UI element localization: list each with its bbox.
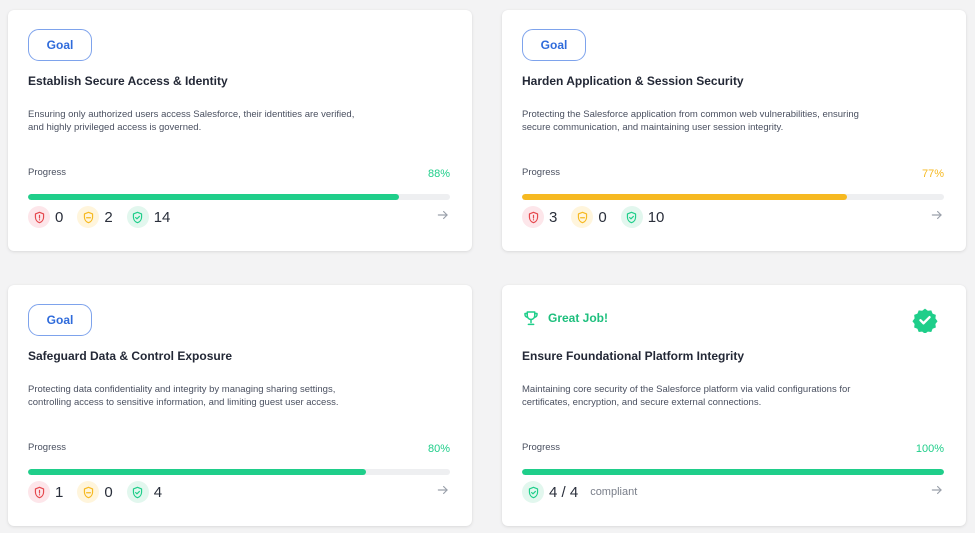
shield-check-icon xyxy=(126,481,149,503)
shield-check-icon xyxy=(522,481,544,503)
warning-stat: 0 xyxy=(571,206,607,228)
progress-bar xyxy=(28,194,450,200)
compliant-stat: 4 / 4 compliant xyxy=(522,481,637,503)
goal-badge: Goal xyxy=(522,29,586,61)
shield-check-icon xyxy=(620,206,643,228)
card-title: Safeguard Data & Control Exposure xyxy=(28,349,233,363)
compliant-stat: 4 xyxy=(126,481,163,503)
check-stats: 4 / 4 compliant xyxy=(522,481,651,503)
critical-count: 1 xyxy=(55,483,64,501)
progress-bar xyxy=(522,194,944,200)
goal-card[interactable]: Goal Harden Application & Session Securi… xyxy=(502,10,966,251)
arrow-right-icon[interactable] xyxy=(930,208,944,222)
progress-bar xyxy=(522,469,944,475)
progress-bar xyxy=(28,469,450,475)
critical-stat: 3 xyxy=(522,206,557,228)
card-description: Ensuring only authorized users access Sa… xyxy=(28,109,355,133)
shield-alert-icon xyxy=(28,481,50,503)
verified-badge-icon xyxy=(912,308,938,333)
shield-warning-icon xyxy=(77,481,100,503)
warning-stat: 2 xyxy=(77,206,113,228)
compliant-count: 4 xyxy=(153,483,163,501)
progress-label: Progress xyxy=(522,167,561,178)
progress-percent: 77% xyxy=(921,168,944,180)
shield-alert-icon xyxy=(28,206,50,228)
arrow-right-icon[interactable] xyxy=(436,208,450,222)
progress-bar-fill xyxy=(522,469,944,475)
critical-count: 0 xyxy=(55,208,64,226)
goal-badge: Goal xyxy=(28,304,92,336)
goal-badge: Goal xyxy=(28,29,92,61)
compliant-stat: 14 xyxy=(126,206,171,228)
progress-label: Progress xyxy=(28,442,67,453)
warning-stat: 0 xyxy=(77,481,113,503)
shield-check-icon xyxy=(126,206,149,228)
progress-bar-fill xyxy=(28,194,400,200)
card-description: Maintaining core security of the Salesfo… xyxy=(522,384,851,408)
goal-card[interactable]: Goal Establish Secure Access & Identity … xyxy=(8,10,472,251)
critical-stat: 1 xyxy=(28,481,63,503)
critical-count: 3 xyxy=(549,208,558,226)
trophy-icon xyxy=(524,311,538,326)
warning-count: 0 xyxy=(598,208,607,226)
progress-label: Progress xyxy=(28,167,67,178)
progress-percent: 100% xyxy=(915,443,944,455)
arrow-right-icon[interactable] xyxy=(930,483,944,497)
goal-card[interactable]: Goal Safeguard Data & Control Exposure P… xyxy=(8,285,472,526)
card-description: Protecting data confidentiality and inte… xyxy=(28,384,339,408)
shield-warning-icon xyxy=(77,206,100,228)
compliant-ratio: 4 / 4 xyxy=(549,483,579,501)
critical-stat: 0 xyxy=(28,206,63,228)
great-job-status: Great Job! xyxy=(522,309,608,327)
progress-bar-fill xyxy=(28,469,366,475)
progress-percent: 88% xyxy=(427,168,450,180)
check-stats: 3 0 10 xyxy=(522,206,678,228)
card-title: Establish Secure Access & Identity xyxy=(28,74,228,88)
shield-alert-icon xyxy=(522,206,544,228)
shield-warning-icon xyxy=(571,206,594,228)
warning-count: 2 xyxy=(104,208,113,226)
progress-label: Progress xyxy=(522,442,561,453)
card-description: Protecting the Salesforce application fr… xyxy=(522,109,859,133)
progress-bar-fill xyxy=(522,194,847,200)
card-title: Ensure Foundational Platform Integrity xyxy=(522,349,745,363)
compliant-count: 10 xyxy=(647,208,665,226)
check-stats: 1 0 4 xyxy=(28,481,176,503)
warning-count: 0 xyxy=(104,483,113,501)
card-title: Harden Application & Session Security xyxy=(522,74,744,88)
compliant-count: 14 xyxy=(153,208,171,226)
goal-card-completed[interactable]: Great Job! Ensure Foundational Platform … xyxy=(502,285,966,526)
compliant-suffix: compliant xyxy=(590,486,638,498)
great-job-label: Great Job! xyxy=(548,311,609,325)
arrow-right-icon[interactable] xyxy=(436,483,450,497)
check-stats: 0 2 14 xyxy=(28,206,184,228)
compliant-stat: 10 xyxy=(620,206,665,228)
progress-percent: 80% xyxy=(427,443,450,455)
